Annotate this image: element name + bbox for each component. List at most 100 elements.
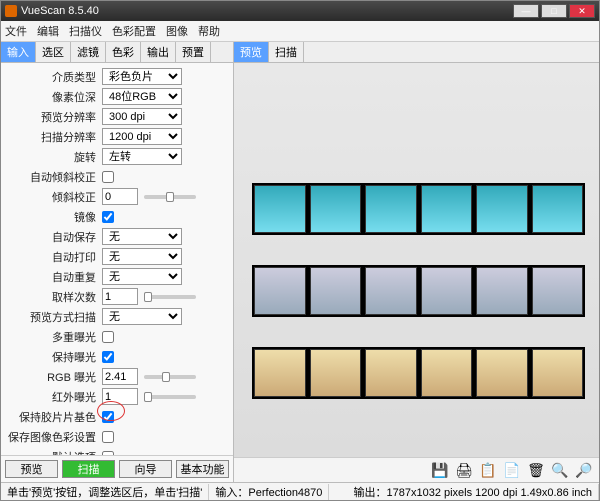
film-frame[interactable] bbox=[476, 267, 528, 315]
status-hint: 单击'预览'按钮，调整选区后，单击'扫描' bbox=[1, 484, 209, 500]
right-tabs: 预览 扫描 bbox=[234, 42, 599, 63]
irexp-input[interactable] bbox=[102, 388, 138, 405]
savecolor-label: 保存图像色彩设置 bbox=[7, 429, 102, 445]
film-frame[interactable] bbox=[532, 267, 584, 315]
film-frame[interactable] bbox=[254, 349, 306, 397]
options-panel: 介质类型彩色负片 像素位深48位RGB 预览分辨率300 dpi 扫描分辨率12… bbox=[1, 63, 233, 455]
menubar: 文件 编辑 扫描仪 色彩配置 图像 帮助 bbox=[1, 21, 599, 42]
menu-color[interactable]: 色彩配置 bbox=[112, 23, 156, 39]
film-frame[interactable] bbox=[310, 267, 362, 315]
autorepeat-select[interactable]: 无 bbox=[102, 268, 182, 285]
tab-crop[interactable]: 选区 bbox=[36, 42, 71, 62]
save-icon[interactable]: 💾 bbox=[431, 461, 449, 479]
film-frame[interactable] bbox=[421, 349, 473, 397]
defaults-label: 默认选项 bbox=[7, 449, 102, 456]
film-strip[interactable] bbox=[252, 347, 585, 399]
film-frame[interactable] bbox=[476, 185, 528, 233]
status-input: 输入：Perfection4870 bbox=[209, 484, 329, 500]
skew-input[interactable] bbox=[102, 188, 138, 205]
skew-slider[interactable] bbox=[144, 195, 196, 199]
rtab-scan[interactable]: 扫描 bbox=[269, 42, 304, 62]
film-frame[interactable] bbox=[532, 185, 584, 233]
trash-icon[interactable]: 🗑 bbox=[527, 461, 545, 479]
auto-skew-label: 自动倾斜校正 bbox=[7, 169, 102, 185]
autoprint-select[interactable]: 无 bbox=[102, 248, 182, 265]
pdf-icon[interactable]: 📄 bbox=[503, 461, 521, 479]
maximize-button[interactable]: □ bbox=[541, 4, 567, 18]
autorepeat-label: 自动重复 bbox=[7, 269, 102, 285]
samples-label: 取样次数 bbox=[7, 289, 102, 305]
film-frame[interactable] bbox=[421, 185, 473, 233]
lockfilm-checkbox[interactable] bbox=[102, 411, 114, 423]
samples-slider[interactable] bbox=[144, 295, 196, 299]
film-frame[interactable] bbox=[310, 349, 362, 397]
media-type-label: 介质类型 bbox=[7, 69, 102, 85]
samples-input[interactable] bbox=[102, 288, 138, 305]
film-strip[interactable] bbox=[252, 265, 585, 317]
status-bar: 单击'预览'按钮，调整选区后，单击'扫描' 输入：Perfection4870 … bbox=[1, 482, 599, 500]
previewmode-select[interactable]: 无 bbox=[102, 308, 182, 325]
tab-filter[interactable]: 滤镜 bbox=[71, 42, 106, 62]
menu-file[interactable]: 文件 bbox=[5, 23, 27, 39]
tab-prefs[interactable]: 预置 bbox=[176, 42, 211, 62]
print-icon[interactable]: 🖨 bbox=[455, 461, 473, 479]
film-frame[interactable] bbox=[421, 267, 473, 315]
autosave-select[interactable]: 无 bbox=[102, 228, 182, 245]
bit-depth-label: 像素位深 bbox=[7, 89, 102, 105]
left-tabs: 输入 选区 滤镜 色彩 输出 预置 bbox=[1, 42, 233, 63]
previewmode-label: 预览方式扫描 bbox=[7, 309, 102, 325]
multiexp-label: 多重曝光 bbox=[7, 329, 102, 345]
multiexp-checkbox[interactable] bbox=[102, 331, 114, 343]
film-frame[interactable] bbox=[254, 185, 306, 233]
preview-area[interactable] bbox=[234, 63, 599, 457]
film-frame[interactable] bbox=[254, 267, 306, 315]
rotate-label: 旋转 bbox=[7, 149, 102, 165]
auto-skew-checkbox[interactable] bbox=[102, 171, 114, 183]
copy-icon[interactable]: 📋 bbox=[479, 461, 497, 479]
skew-label: 倾斜校正 bbox=[7, 189, 102, 205]
defaults-checkbox[interactable] bbox=[102, 451, 114, 456]
zoom-out-icon[interactable]: 🔍 bbox=[551, 461, 569, 479]
menu-scanner[interactable]: 扫描仪 bbox=[69, 23, 102, 39]
film-frame[interactable] bbox=[365, 267, 417, 315]
scan-button[interactable]: 扫描 bbox=[62, 460, 115, 478]
menu-help[interactable]: 帮助 bbox=[198, 23, 220, 39]
lockexp-checkbox[interactable] bbox=[102, 351, 114, 363]
left-panel: 输入 选区 滤镜 色彩 输出 预置 介质类型彩色负片 像素位深48位RGB 预览… bbox=[1, 42, 234, 482]
rgbexp-label: RGB 曝光 bbox=[7, 369, 102, 385]
rtab-preview[interactable]: 预览 bbox=[234, 42, 269, 62]
media-type-select[interactable]: 彩色负片 bbox=[102, 68, 182, 85]
zoom-in-icon[interactable]: 🔎 bbox=[575, 461, 593, 479]
titlebar: VueScan 8.5.40 — □ ✕ bbox=[1, 1, 599, 21]
mirror-checkbox[interactable] bbox=[102, 211, 114, 223]
film-frame[interactable] bbox=[365, 185, 417, 233]
rgbexp-slider[interactable] bbox=[144, 375, 196, 379]
tab-output[interactable]: 输出 bbox=[141, 42, 176, 62]
scan-res-label: 扫描分辨率 bbox=[7, 129, 102, 145]
film-frame[interactable] bbox=[532, 349, 584, 397]
basic-button[interactable]: 基本功能 bbox=[176, 460, 229, 478]
preview-button[interactable]: 预览 bbox=[5, 460, 58, 478]
rgbexp-input[interactable] bbox=[102, 368, 138, 385]
close-button[interactable]: ✕ bbox=[569, 4, 595, 18]
film-frame[interactable] bbox=[310, 185, 362, 233]
mirror-label: 镜像 bbox=[7, 209, 102, 225]
preview-res-select[interactable]: 300 dpi bbox=[102, 108, 182, 125]
guide-button[interactable]: 向导 bbox=[119, 460, 172, 478]
scan-res-select[interactable]: 1200 dpi bbox=[102, 128, 182, 145]
tab-input[interactable]: 输入 bbox=[1, 42, 36, 62]
film-strip[interactable] bbox=[252, 183, 585, 235]
irexp-slider[interactable] bbox=[144, 395, 196, 399]
autosave-label: 自动保存 bbox=[7, 229, 102, 245]
minimize-button[interactable]: — bbox=[513, 4, 539, 18]
menu-image[interactable]: 图像 bbox=[166, 23, 188, 39]
film-frame[interactable] bbox=[365, 349, 417, 397]
window-title: VueScan 8.5.40 bbox=[21, 5, 511, 17]
savecolor-checkbox[interactable] bbox=[102, 431, 114, 443]
film-frame[interactable] bbox=[476, 349, 528, 397]
tab-color[interactable]: 色彩 bbox=[106, 42, 141, 62]
rotate-select[interactable]: 左转 bbox=[102, 148, 182, 165]
menu-edit[interactable]: 编辑 bbox=[37, 23, 59, 39]
right-panel: 预览 扫描 💾 🖨 📋 📄 🗑 🔍 🔎 bbox=[234, 42, 599, 482]
bit-depth-select[interactable]: 48位RGB bbox=[102, 88, 182, 105]
